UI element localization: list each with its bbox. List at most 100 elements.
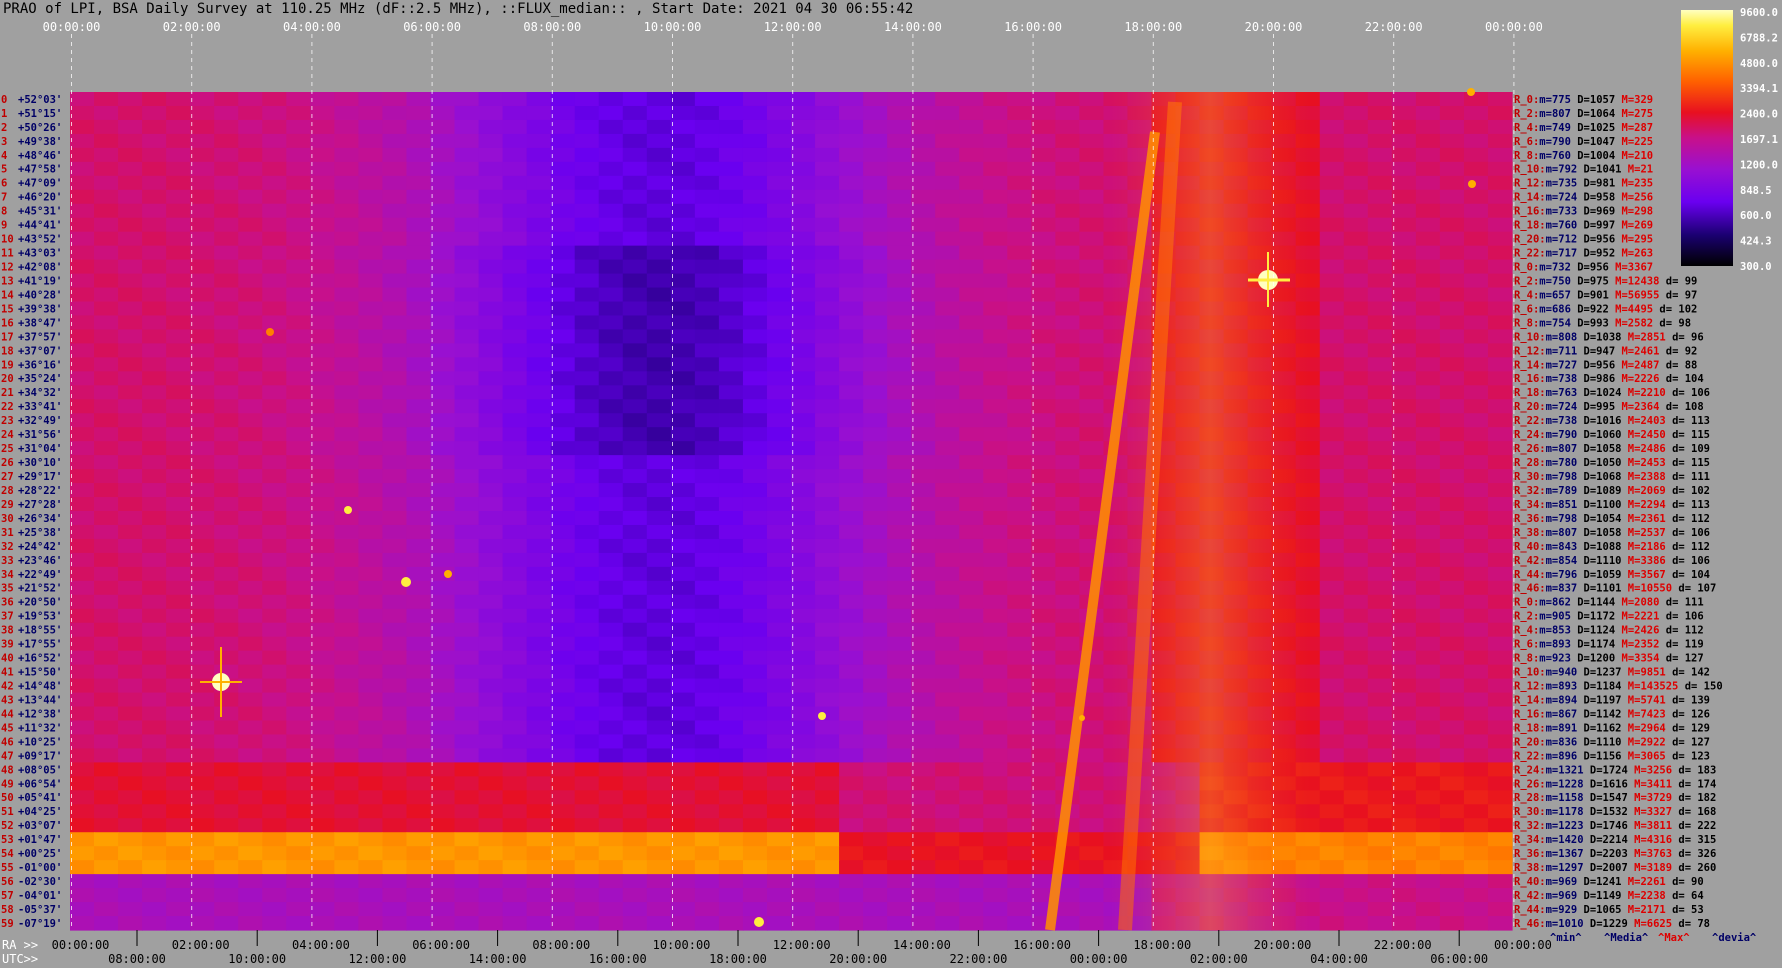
heat-cell: [1439, 734, 1465, 750]
heat-cell: [1031, 329, 1056, 344]
heat-cell: [815, 566, 840, 582]
heat-cell: [670, 524, 696, 540]
heat-cell: [1055, 469, 1080, 484]
row-index-label: 27: [1, 471, 14, 483]
heat-cell: [478, 245, 504, 261]
heat-cell: [670, 287, 696, 303]
heat-cell: [142, 524, 167, 540]
row-index-label: 29: [1, 499, 14, 511]
heat-cell: [550, 189, 576, 205]
stats-footer-label: ^Media^: [1604, 932, 1649, 944]
row-index-label: 59: [1, 918, 14, 930]
heat-cell: [382, 762, 408, 777]
heat-cell: [911, 538, 936, 554]
heat-cell: [1055, 203, 1080, 219]
heat-cell: [214, 217, 239, 233]
top-tick-label: 04:00:00: [283, 20, 341, 34]
heat-cell: [550, 762, 576, 777]
row-index-label: 55: [1, 862, 14, 874]
heat-cell: [238, 580, 263, 596]
heat-cell: [718, 790, 744, 805]
heat-cell: [887, 455, 912, 470]
heat-cell: [238, 678, 263, 694]
heat-cell: [646, 469, 672, 484]
row-stat: R_0:m=775 D=1057 M=329: [1514, 94, 1653, 106]
heat-cell: [863, 231, 888, 247]
heat-cell: [646, 888, 672, 903]
heat-cell: [839, 385, 864, 400]
heat-cell: [863, 818, 888, 833]
heat-cell: [406, 427, 432, 442]
heat-cell: [646, 818, 672, 833]
heat-cell: [214, 804, 239, 819]
heat-cell: [478, 161, 504, 177]
heat-cell: [310, 916, 335, 931]
heat-cell: [358, 385, 384, 400]
heat-cell: [358, 497, 384, 512]
heat-cell: [1487, 399, 1513, 414]
heat-cell: [1055, 580, 1080, 596]
heat-cell: [1367, 846, 1393, 861]
heat-cell: [646, 371, 672, 386]
heat-cell: [863, 846, 888, 861]
heat-cell: [694, 315, 720, 331]
heat-cell: [887, 636, 912, 652]
row-stat: R_26:m=807 D=1058 M=2486 d= 109: [1514, 443, 1710, 455]
heat-cell: [718, 804, 744, 819]
heat-cell: [791, 860, 816, 875]
heat-cell: [142, 357, 167, 372]
heat-cell: [694, 594, 720, 610]
heat-cell: [262, 804, 287, 819]
heat-cell: [118, 538, 143, 554]
heat-cell: [1415, 133, 1441, 149]
heat-cell: [959, 385, 984, 400]
heat-cell: [766, 888, 792, 903]
heat-cell: [911, 119, 936, 135]
heat-cell: [887, 273, 912, 289]
heat-cell: [94, 259, 119, 275]
heat-cell: [1055, 511, 1080, 526]
row-stat: R_42:m=854 D=1110 M=3386 d= 106: [1514, 555, 1710, 567]
heat-cell: [334, 441, 359, 456]
heat-cell: [502, 231, 528, 247]
heat-cell: [70, 748, 95, 763]
heat-cell: [622, 762, 648, 777]
heat-cell: [166, 748, 191, 763]
heat-cell: [911, 385, 936, 400]
heat-cell: [214, 888, 239, 903]
heat-cell: [1367, 762, 1393, 777]
heat-cell: [286, 580, 311, 596]
heat-cell: [694, 161, 720, 177]
heat-cell: [94, 427, 119, 442]
heat-cell: [646, 245, 672, 261]
heat-cell: [238, 497, 263, 512]
heat-cell: [887, 720, 912, 736]
heat-cell: [310, 217, 335, 233]
heat-cell: [1031, 762, 1056, 777]
heat-cell: [406, 273, 432, 289]
heat-cell: [382, 748, 408, 763]
heat-cell: [190, 511, 215, 526]
row-index-label: 26: [1, 457, 14, 469]
heat-cell: [430, 427, 456, 442]
heat-cell: [1079, 92, 1105, 107]
heat-cell: [238, 483, 263, 498]
heat-cell: [574, 511, 600, 526]
heat-cell: [142, 427, 167, 442]
heat-cell: [94, 483, 119, 498]
heat-cell: [1007, 119, 1032, 135]
heat-cell: [1007, 860, 1032, 875]
heat-cell: [598, 692, 624, 708]
heat-cell: [670, 566, 696, 582]
heat-cell: [839, 343, 864, 358]
heat-cell: [598, 287, 624, 303]
top-tick-label: 06:00:00: [403, 20, 461, 34]
heat-cell: [574, 832, 600, 847]
heat-cell: [1007, 538, 1032, 554]
heat-cell: [1463, 147, 1489, 163]
heat-cell: [670, 594, 696, 610]
heat-cell: [1463, 748, 1489, 763]
heat-cell: [1487, 594, 1513, 610]
heat-cell: [911, 147, 936, 163]
heat-cell: [70, 315, 95, 331]
